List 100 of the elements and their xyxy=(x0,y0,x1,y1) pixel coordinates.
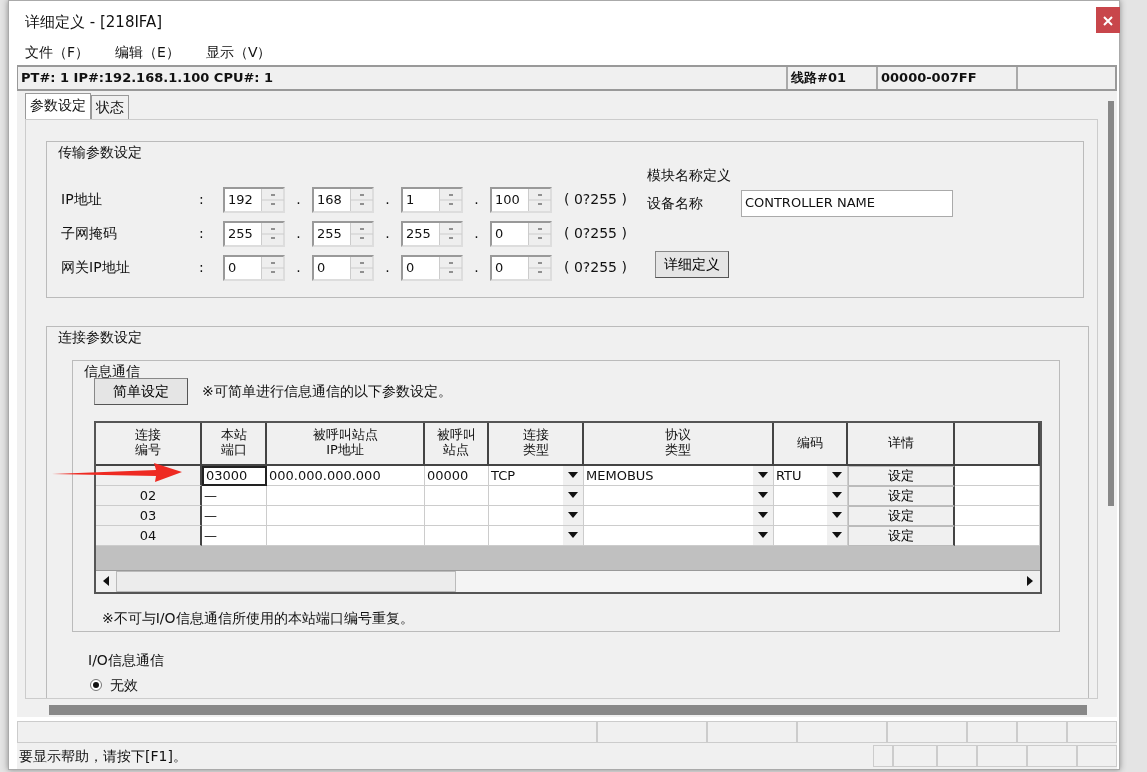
header-text: 被呼叫 xyxy=(436,426,476,442)
dropdown-arrow-icon xyxy=(568,512,578,519)
dropdown-arrow-icon xyxy=(758,532,768,539)
dropdown[interactable] xyxy=(584,505,774,526)
radio-button[interactable] xyxy=(90,679,102,692)
dropdown-arrow-icon xyxy=(832,472,842,479)
horizontal-scrollbar[interactable] xyxy=(49,704,1087,715)
field-label: IP地址 xyxy=(61,190,103,210)
settings-button[interactable]: 设定 xyxy=(848,525,955,546)
header-text: 编号 xyxy=(135,441,161,457)
spin-box[interactable]: 255 xyxy=(312,220,374,247)
close-icon xyxy=(1103,16,1113,26)
field-label: 子网掩码 xyxy=(61,224,118,244)
field-label: 网关IP地址 xyxy=(61,258,131,278)
empty-cell xyxy=(425,505,489,526)
dropdown[interactable] xyxy=(774,505,848,526)
dropdown-arrow-icon xyxy=(758,512,768,519)
header-text: 类型 xyxy=(522,441,549,457)
note-text: ※不可与I/O信息通信所使用的本站端口编号重复。 xyxy=(102,608,415,628)
dropdown-arrow-icon xyxy=(568,492,578,499)
dropdown[interactable]: TCP xyxy=(489,465,584,486)
dropdown-arrow-icon xyxy=(568,532,578,539)
separator: . xyxy=(295,224,302,244)
section-label: 模块名称定义 xyxy=(646,165,732,185)
spin-box[interactable]: 255 xyxy=(223,220,285,247)
scroll-left-icon[interactable] xyxy=(103,576,109,587)
header-text: 被呼叫站点 xyxy=(312,426,378,442)
device-name-field[interactable]: CONTROLLER NAME xyxy=(740,189,953,217)
scroll-right-icon[interactable] xyxy=(1027,576,1033,587)
header-text: 端口 xyxy=(220,441,247,457)
dropdown[interactable] xyxy=(489,485,584,506)
table-cell[interactable]: 03000 xyxy=(202,465,267,486)
menu-item[interactable]: 显示（V） xyxy=(205,42,272,64)
dropdown-arrow-icon xyxy=(758,472,768,479)
separator: . xyxy=(473,258,480,278)
colon: : xyxy=(199,190,205,210)
range-text: ( 0?255 ) xyxy=(564,258,627,278)
spin-box[interactable]: 1 xyxy=(401,186,463,213)
menu-item[interactable]: 编辑（E） xyxy=(115,42,180,64)
spin-box[interactable]: 0 xyxy=(490,220,552,247)
window-title: 详细定义 - [218IFA] xyxy=(25,12,163,33)
status-pane xyxy=(977,745,1027,768)
header-text: 本站 xyxy=(220,426,247,442)
simple-settings-button[interactable]: 简单设定 xyxy=(94,377,188,405)
dropdown-arrow-icon xyxy=(832,512,842,519)
empty-cell xyxy=(425,525,489,546)
colon: : xyxy=(199,224,205,244)
menu-item[interactable]: 文件（F） xyxy=(25,42,90,64)
row-header: 04 xyxy=(96,525,202,546)
spin-box[interactable]: 100 xyxy=(490,186,552,213)
range-text: ( 0?255 ) xyxy=(564,224,627,244)
spin-box[interactable]: 0 xyxy=(312,254,374,281)
status-field: PT#: 1 IP#:192.168.1.100 CPU#: 1 xyxy=(18,66,788,89)
tab[interactable]: 状态 xyxy=(91,94,129,119)
dropdown[interactable] xyxy=(489,525,584,546)
dropdown[interactable] xyxy=(584,485,774,506)
status-text: 要显示帮助，请按下[F1]。 xyxy=(18,746,188,766)
header-text: 协议 xyxy=(665,426,691,442)
spin-box[interactable]: 255 xyxy=(401,220,463,247)
settings-button[interactable]: 设定 xyxy=(848,465,955,486)
dropdown[interactable] xyxy=(774,525,848,546)
header-text: 连接 xyxy=(135,426,161,442)
dropdown[interactable] xyxy=(489,505,584,526)
spin-box[interactable]: 0 xyxy=(401,254,463,281)
separator: . xyxy=(473,224,480,244)
table-cell: — xyxy=(202,505,267,526)
status-pane xyxy=(1027,745,1077,768)
dropdown-arrow-icon xyxy=(758,492,768,499)
status-field: 线路#01 xyxy=(788,66,878,89)
hint-text: ※可简单进行信息通信的以下参数设定。 xyxy=(202,381,452,401)
tab[interactable]: 参数设定 xyxy=(25,92,91,119)
separator: . xyxy=(384,258,391,278)
spin-box[interactable]: 0 xyxy=(490,254,552,281)
status-pane xyxy=(1067,721,1117,744)
horizontal-scrollbar[interactable] xyxy=(96,569,1040,592)
header-text: 连接 xyxy=(522,426,549,442)
settings-button[interactable]: 设定 xyxy=(848,505,955,526)
spin-box[interactable]: 168 xyxy=(312,186,374,213)
separator: . xyxy=(384,224,391,244)
header-text: 类型 xyxy=(665,441,691,457)
separator: . xyxy=(295,190,302,210)
status-pane xyxy=(1077,745,1117,768)
spin-box[interactable]: 192 xyxy=(223,186,285,213)
empty-cell xyxy=(425,485,489,506)
spin-box[interactable]: 0 xyxy=(223,254,285,281)
dropdown[interactable] xyxy=(584,525,774,546)
range-text: ( 0?255 ) xyxy=(564,190,627,210)
detail-button[interactable]: 详细定义 xyxy=(654,250,729,278)
close-button[interactable] xyxy=(1096,7,1120,33)
header-text: IP地址 xyxy=(326,441,364,457)
dropdown[interactable]: MEMOBUS xyxy=(584,465,774,486)
row-header: 03 xyxy=(96,505,202,526)
dropdown[interactable] xyxy=(774,485,848,506)
header-text: 详情 xyxy=(887,434,914,450)
settings-button[interactable]: 设定 xyxy=(848,485,955,506)
table-cell: 000.000.000.000 xyxy=(267,465,425,486)
dropdown[interactable]: RTU xyxy=(774,465,848,486)
status-pane xyxy=(1017,721,1067,744)
dropdown-arrow-icon xyxy=(832,532,842,539)
dropdown-arrow-icon xyxy=(568,472,578,479)
